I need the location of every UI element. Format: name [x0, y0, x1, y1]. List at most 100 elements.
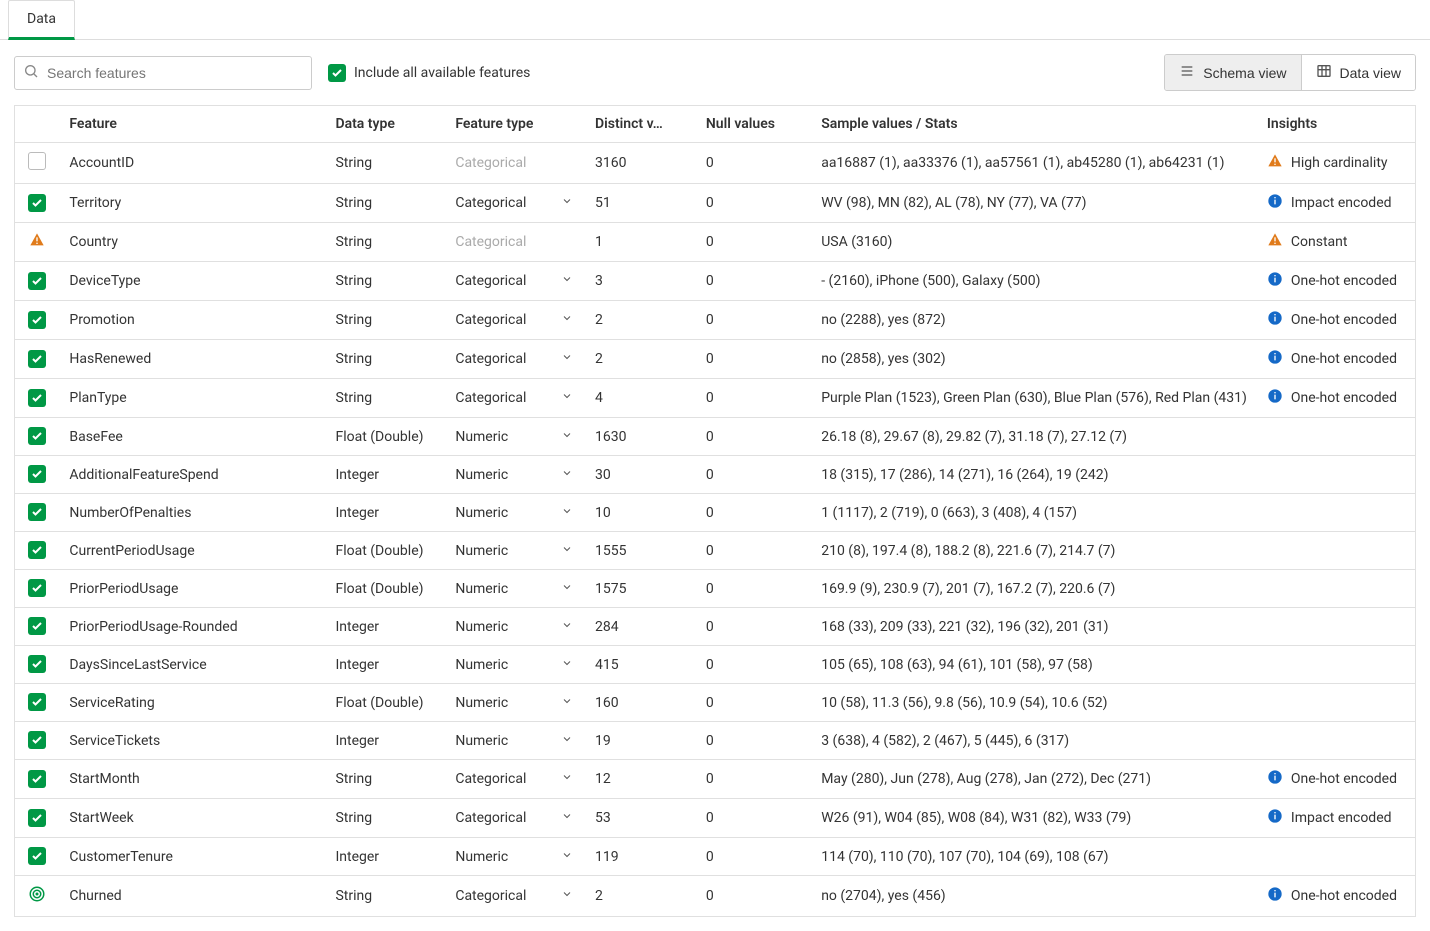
feature-type-select[interactable]: Categorical: [445, 760, 585, 799]
col-header-nulls[interactable]: Null values: [696, 106, 811, 143]
row-status[interactable]: [15, 262, 60, 301]
row-status[interactable]: [15, 379, 60, 418]
feature-type-select[interactable]: Numeric: [445, 456, 585, 494]
feature-type-select[interactable]: Numeric: [445, 608, 585, 646]
include-all-features[interactable]: Include all available features: [328, 64, 530, 82]
feature-type-select[interactable]: Numeric: [445, 494, 585, 532]
row-status[interactable]: [15, 456, 60, 494]
data-type: Integer: [325, 494, 445, 532]
feature-type-select[interactable]: Categorical: [445, 262, 585, 301]
row-status[interactable]: [15, 646, 60, 684]
feature-name: StartMonth: [59, 760, 325, 799]
table-row[interactable]: StartWeekStringCategorical530W26 (91), W…: [15, 799, 1416, 838]
null-values: 0: [696, 494, 811, 532]
table-row[interactable]: DaysSinceLastServiceIntegerNumeric415010…: [15, 646, 1416, 684]
search-input[interactable]: [14, 56, 312, 90]
feature-type-select[interactable]: Categorical: [445, 184, 585, 223]
table-row[interactable]: TerritoryStringCategorical510WV (98), MN…: [15, 184, 1416, 223]
feature-type-select[interactable]: Numeric: [445, 684, 585, 722]
feature-type-select[interactable]: Numeric: [445, 570, 585, 608]
col-header-feature-type[interactable]: Feature type: [445, 106, 585, 143]
insight: One-hot encoded: [1257, 876, 1416, 917]
table-row[interactable]: PriorPeriodUsageFloat (Double)Numeric157…: [15, 570, 1416, 608]
row-status[interactable]: [15, 570, 60, 608]
feature-name: ServiceTickets: [59, 722, 325, 760]
table-row[interactable]: CustomerTenureIntegerNumeric1190114 (70)…: [15, 838, 1416, 876]
table-row[interactable]: PromotionStringCategorical20no (2288), y…: [15, 301, 1416, 340]
distinct-values: 1630: [585, 418, 696, 456]
sample-values: 10 (58), 11.3 (56), 9.8 (56), 10.9 (54),…: [811, 684, 1257, 722]
tab-label: Data: [27, 11, 56, 27]
sample-values: 114 (70), 110 (70), 107 (70), 104 (69), …: [811, 838, 1257, 876]
table-row[interactable]: PlanTypeStringCategorical40Purple Plan (…: [15, 379, 1416, 418]
feature-name: NumberOfPenalties: [59, 494, 325, 532]
feature-type-select[interactable]: Categorical: [445, 301, 585, 340]
table-row[interactable]: CountryStringCategorical10USA (3160)Cons…: [15, 223, 1416, 262]
chevron-down-icon: [561, 849, 573, 865]
table-row[interactable]: ServiceRatingFloat (Double)Numeric160010…: [15, 684, 1416, 722]
feature-type-label: Numeric: [455, 849, 508, 865]
row-status[interactable]: [15, 684, 60, 722]
table-row[interactable]: DeviceTypeStringCategorical30- (2160), i…: [15, 262, 1416, 301]
col-header-data-type[interactable]: Data type: [325, 106, 445, 143]
tab-data[interactable]: Data: [8, 0, 75, 40]
feature-type-select[interactable]: Numeric: [445, 838, 585, 876]
checkbox-checked-icon: [28, 272, 46, 290]
table-row[interactable]: StartMonthStringCategorical120May (280),…: [15, 760, 1416, 799]
table-row[interactable]: AccountIDStringCategorical31600aa16887 (…: [15, 143, 1416, 184]
feature-type-label: Categorical: [455, 273, 526, 289]
row-status[interactable]: [15, 608, 60, 646]
row-status[interactable]: [15, 494, 60, 532]
row-status[interactable]: [15, 722, 60, 760]
row-status[interactable]: [15, 340, 60, 379]
feature-type-select[interactable]: Categorical: [445, 876, 585, 917]
row-status[interactable]: [15, 799, 60, 838]
table-row[interactable]: CurrentPeriodUsageFloat (Double)Numeric1…: [15, 532, 1416, 570]
col-header-sample[interactable]: Sample values / Stats: [811, 106, 1257, 143]
distinct-values: 119: [585, 838, 696, 876]
checkbox-checked-icon: [28, 579, 46, 597]
feature-type-select[interactable]: Categorical: [445, 379, 585, 418]
row-status[interactable]: [15, 223, 60, 262]
data-view-button[interactable]: Data view: [1301, 55, 1415, 90]
table-row[interactable]: BaseFeeFloat (Double)Numeric1630026.18 (…: [15, 418, 1416, 456]
sample-values: aa16887 (1), aa33376 (1), aa57561 (1), a…: [811, 143, 1257, 184]
feature-type-select[interactable]: Numeric: [445, 418, 585, 456]
col-header-distinct[interactable]: Distinct v…: [585, 106, 696, 143]
distinct-values: 1: [585, 223, 696, 262]
feature-type-select[interactable]: Categorical: [445, 340, 585, 379]
feature-name: DaysSinceLastService: [59, 646, 325, 684]
feature-type-label: Categorical: [455, 390, 526, 406]
table-row[interactable]: PriorPeriodUsage-RoundedIntegerNumeric28…: [15, 608, 1416, 646]
row-status[interactable]: [15, 143, 60, 184]
feature-type-select[interactable]: Numeric: [445, 722, 585, 760]
table-row[interactable]: ChurnedStringCategorical20no (2704), yes…: [15, 876, 1416, 917]
table-row[interactable]: ServiceTicketsIntegerNumeric1903 (638), …: [15, 722, 1416, 760]
data-type: String: [325, 143, 445, 184]
row-status[interactable]: [15, 532, 60, 570]
feature-type-select[interactable]: Categorical: [445, 799, 585, 838]
distinct-values: 1555: [585, 532, 696, 570]
row-status[interactable]: [15, 184, 60, 223]
col-header-insights[interactable]: Insights: [1257, 106, 1416, 143]
row-status[interactable]: [15, 418, 60, 456]
col-header-feature[interactable]: Feature: [59, 106, 325, 143]
null-values: 0: [696, 684, 811, 722]
sample-values: 105 (65), 108 (63), 94 (61), 101 (58), 9…: [811, 646, 1257, 684]
feature-type-select[interactable]: Numeric: [445, 532, 585, 570]
sample-values: WV (98), MN (82), AL (78), NY (77), VA (…: [811, 184, 1257, 223]
feature-type-label: Categorical: [455, 888, 526, 904]
insight-text: One-hot encoded: [1291, 771, 1397, 787]
distinct-values: 160: [585, 684, 696, 722]
table-row[interactable]: AdditionalFeatureSpendIntegerNumeric3001…: [15, 456, 1416, 494]
schema-view-button[interactable]: Schema view: [1165, 55, 1300, 90]
checkbox-checked-icon: [28, 847, 46, 865]
sample-values: 1 (1117), 2 (719), 0 (663), 3 (408), 4 (…: [811, 494, 1257, 532]
row-status[interactable]: [15, 760, 60, 799]
feature-type-select[interactable]: Numeric: [445, 646, 585, 684]
row-status[interactable]: [15, 301, 60, 340]
table-row[interactable]: HasRenewedStringCategorical20no (2858), …: [15, 340, 1416, 379]
row-status[interactable]: [15, 838, 60, 876]
row-status[interactable]: [15, 876, 60, 917]
table-row[interactable]: NumberOfPenaltiesIntegerNumeric1001 (111…: [15, 494, 1416, 532]
